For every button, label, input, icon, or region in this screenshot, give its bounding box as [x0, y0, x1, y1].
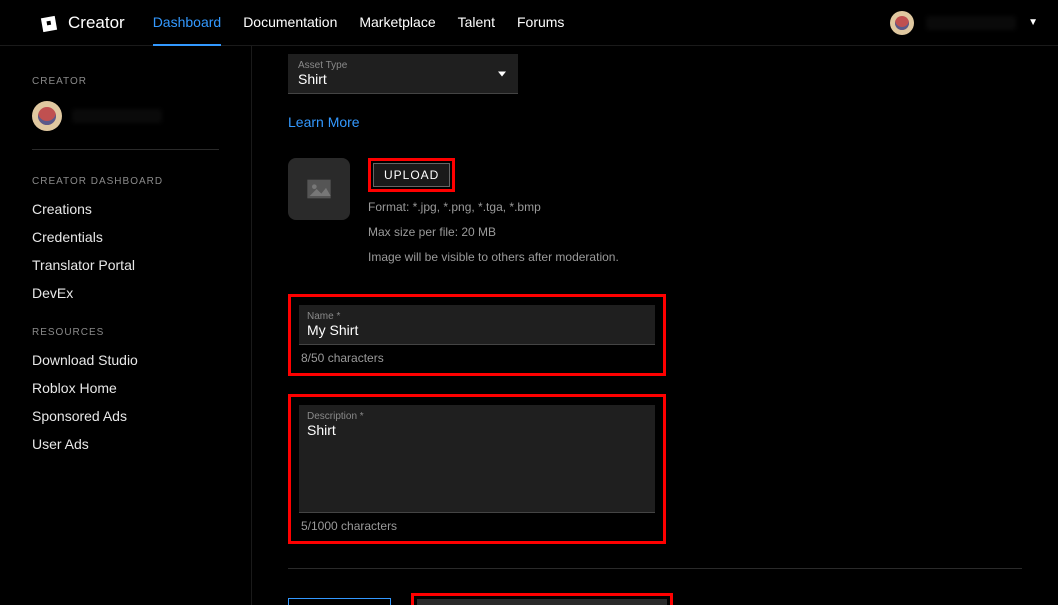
asset-type-select[interactable]: Asset Type Shirt: [288, 54, 518, 94]
sidebar: CREATOR CREATOR DASHBOARD Creations Cred…: [0, 46, 252, 605]
description-field-highlight: Description * Shirt 5/1000 characters: [288, 394, 666, 544]
upload-button[interactable]: UPLOAD: [373, 163, 450, 187]
sidebar-user-row[interactable]: [32, 101, 219, 131]
upload-hint-moderation: Image will be visible to others after mo…: [368, 248, 1022, 267]
asset-type-value: Shirt: [298, 71, 508, 87]
name-field-highlight: Name * My Shirt 8/50 characters: [288, 294, 666, 376]
upload-button-highlight: UPLOAD: [368, 158, 455, 192]
cancel-button[interactable]: CANCEL: [288, 598, 391, 605]
upload-info: UPLOAD Format: *.jpg, *.png, *.tga, *.bm…: [368, 158, 1022, 268]
name-value: My Shirt: [307, 322, 647, 338]
sidebar-creator-section: CREATOR: [32, 76, 219, 150]
avatar-icon: [890, 11, 914, 35]
chevron-down-icon: [498, 71, 506, 76]
divider: [288, 568, 1022, 569]
sidebar-link-roblox-home[interactable]: Roblox Home: [32, 380, 219, 396]
nav-talent[interactable]: Talent: [458, 0, 495, 46]
main-content: CREATOR CREATOR DASHBOARD Creations Cred…: [0, 46, 1058, 605]
sidebar-dashboard-section: CREATOR DASHBOARD Creations Credentials …: [32, 176, 219, 301]
learn-more-link[interactable]: Learn More: [288, 114, 1022, 130]
upload-hint-size: Max size per file: 20 MB: [368, 223, 1022, 242]
image-icon: [305, 175, 333, 203]
name-label: Name *: [307, 311, 647, 322]
header-left: Creator Dashboard Documentation Marketpl…: [40, 0, 564, 46]
sidebar-link-download-studio[interactable]: Download Studio: [32, 352, 219, 368]
sidebar-link-translator[interactable]: Translator Portal: [32, 257, 219, 273]
upload-hint-format: Format: *.jpg, *.png, *.tga, *.bmp: [368, 198, 1022, 217]
sidebar-link-credentials[interactable]: Credentials: [32, 229, 219, 245]
description-value: Shirt: [307, 422, 647, 438]
upload-submit-button[interactable]: UPLOAD (ROBUX REQUIRED): [417, 599, 667, 605]
chevron-down-icon: ▼: [1028, 17, 1038, 28]
thumbnail-placeholder: [288, 158, 350, 220]
submit-button-highlight: UPLOAD (ROBUX REQUIRED): [411, 593, 673, 605]
logo-text: Creator: [68, 13, 125, 33]
sidebar-resources-section: RESOURCES Download Studio Roblox Home Sp…: [32, 327, 219, 452]
username-redacted: [926, 16, 1016, 30]
user-menu[interactable]: ▼: [890, 11, 1038, 35]
primary-nav: Dashboard Documentation Marketplace Tale…: [153, 0, 565, 46]
description-label: Description *: [307, 411, 647, 422]
nav-documentation[interactable]: Documentation: [243, 0, 337, 46]
sidebar-link-sponsored-ads[interactable]: Sponsored Ads: [32, 408, 219, 424]
action-buttons: CANCEL UPLOAD (ROBUX REQUIRED): [288, 593, 1022, 605]
sidebar-title-creator: CREATOR: [32, 76, 219, 87]
divider: [32, 149, 219, 150]
top-header: Creator Dashboard Documentation Marketpl…: [0, 0, 1058, 46]
username-redacted: [72, 109, 162, 123]
logo[interactable]: Creator: [40, 13, 125, 33]
asset-type-label: Asset Type: [298, 60, 508, 71]
avatar-icon: [32, 101, 62, 131]
nav-marketplace[interactable]: Marketplace: [359, 0, 435, 46]
sidebar-title-resources: RESOURCES: [32, 327, 219, 338]
sidebar-link-creations[interactable]: Creations: [32, 201, 219, 217]
upload-section: UPLOAD Format: *.jpg, *.png, *.tga, *.bm…: [288, 158, 1022, 268]
description-input[interactable]: Description * Shirt: [299, 405, 655, 513]
sidebar-link-user-ads[interactable]: User Ads: [32, 436, 219, 452]
name-char-count: 8/50 characters: [299, 351, 655, 365]
description-char-count: 5/1000 characters: [299, 519, 655, 533]
main-panel: Asset Type Shirt Learn More UPLOAD Forma…: [252, 46, 1058, 605]
nav-forums[interactable]: Forums: [517, 0, 564, 46]
nav-dashboard[interactable]: Dashboard: [153, 0, 222, 46]
sidebar-link-devex[interactable]: DevEx: [32, 285, 219, 301]
name-input[interactable]: Name * My Shirt: [299, 305, 655, 345]
sidebar-title-dashboard: CREATOR DASHBOARD: [32, 176, 219, 187]
creator-logo-icon: [40, 13, 60, 33]
